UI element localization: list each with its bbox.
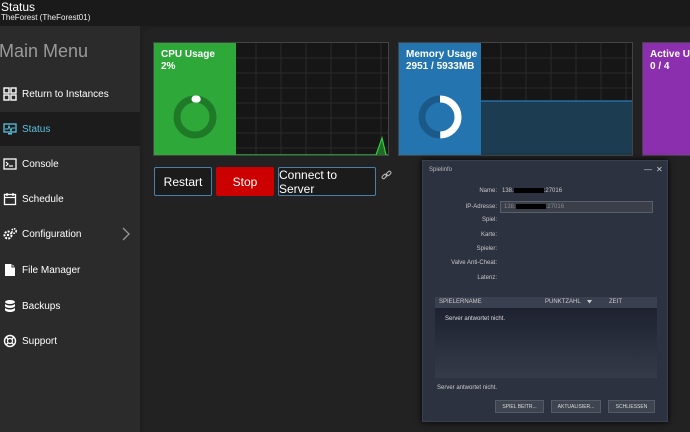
name-label: Name: (479, 188, 497, 194)
sidebar-item-label: Return to Instances (22, 88, 109, 100)
sidebar: Main Menu Return to Instances Status Con… (0, 26, 140, 432)
player-list[interactable]: Server antwortet nicht. (435, 308, 657, 378)
column-score[interactable]: PUNKTZAHL (545, 299, 581, 305)
ip-label: IP-Adresse: (465, 204, 497, 210)
sidebar-item-status[interactable]: Status (0, 112, 140, 146)
close-icon[interactable]: ✕ (656, 165, 663, 174)
cpu-usage-card: CPU Usage 2% (153, 42, 389, 156)
sidebar-item-label: Support (22, 335, 58, 347)
redacted-bar (515, 204, 546, 209)
connect-to-server-button[interactable]: Connect to Server (278, 167, 376, 196)
sidebar-item-return-to-instances[interactable]: Return to Instances (0, 77, 140, 111)
cpu-history-graph (236, 43, 388, 155)
grid-icon (3, 87, 17, 101)
memory-usage-card: Memory Usage 2951 / 5933MB (398, 42, 633, 156)
card-value: 2% (161, 61, 176, 72)
card-title: Active Users (650, 49, 690, 60)
memory-color-block: Memory Usage 2951 / 5933MB (399, 43, 481, 155)
sidebar-item-label: Schedule (22, 193, 64, 205)
game-label: Spiel: (481, 217, 497, 223)
sidebar-item-label: Console (22, 158, 59, 170)
dialog-title: Spielinfo (429, 167, 453, 173)
ip-address-field[interactable]: 138.:27016 (500, 201, 653, 213)
file-icon (3, 263, 17, 277)
minimize-icon[interactable]: — (644, 165, 652, 174)
gears-icon (3, 227, 17, 241)
dialog-status-text: Server antwortet nicht. (437, 385, 498, 391)
card-value: 0 / 4 (650, 61, 670, 72)
main-menu-title: Main Menu (0, 41, 89, 61)
map-label: Karte: (480, 232, 497, 238)
cpu-gauge (173, 95, 217, 139)
refresh-button[interactable]: AKTUALISIER... (551, 400, 601, 413)
sidebar-item-support[interactable]: Support (0, 324, 140, 358)
calendar-icon (3, 192, 17, 206)
stop-button[interactable]: Stop (216, 167, 274, 196)
users-color-block: Active Users 0 / 4 (643, 43, 690, 155)
lifebuoy-icon (3, 334, 17, 348)
card-title: CPU Usage (161, 49, 215, 60)
memory-gauge (418, 95, 462, 139)
sidebar-item-label: Backups (22, 300, 61, 312)
restart-button[interactable]: Restart (154, 167, 212, 196)
server-info-dialog: Spielinfo — ✕ Name: 138.:27016 IP-Adress… (422, 160, 668, 422)
name-value: 138.:27016 (502, 188, 563, 195)
join-game-button[interactable]: SPIEL BEITR... (495, 400, 544, 413)
memory-history-graph (481, 43, 632, 155)
title-bar: Status TheForest (TheForest01) (0, 0, 690, 26)
redacted-bar (513, 188, 544, 193)
terminal-icon (3, 157, 17, 171)
chevron-right-icon (122, 227, 130, 246)
sort-down-icon (587, 300, 592, 306)
sidebar-item-label: Status (22, 123, 51, 135)
card-title: Memory Usage (406, 49, 478, 60)
sidebar-item-configuration[interactable]: Configuration (0, 217, 140, 251)
column-time[interactable]: ZEIT (609, 299, 622, 305)
page-title: Status (1, 0, 36, 14)
database-icon (3, 299, 17, 313)
instance-subtitle: TheForest (TheForest01) (1, 13, 91, 22)
list-message: Server antwortet nicht. (445, 316, 506, 322)
sidebar-item-backups[interactable]: Backups (0, 289, 140, 323)
sidebar-item-label: File Manager (22, 264, 81, 276)
monitor-icon (3, 122, 17, 136)
card-value: 2951 / 5933MB (406, 61, 475, 72)
players-label: Spieler: (476, 246, 497, 252)
cpu-color-block: CPU Usage 2% (154, 43, 236, 155)
close-button[interactable]: SCHLIESSEN (608, 400, 655, 413)
sidebar-item-file-manager[interactable]: File Manager (0, 253, 140, 287)
player-list-header: SPIELERNAME PUNKTZAHL ZEIT (435, 297, 657, 308)
column-player-name[interactable]: SPIELERNAME (439, 299, 482, 305)
sidebar-item-label: Configuration (22, 228, 82, 240)
vac-label: Valve Anti-Cheat: (451, 260, 497, 266)
latency-label: Latenz: (477, 275, 497, 281)
link-icon[interactable] (381, 168, 392, 186)
active-users-card: Active Users 0 / 4 (642, 42, 690, 156)
sidebar-item-console[interactable]: Console (0, 147, 140, 181)
sidebar-item-schedule[interactable]: Schedule (0, 182, 140, 216)
